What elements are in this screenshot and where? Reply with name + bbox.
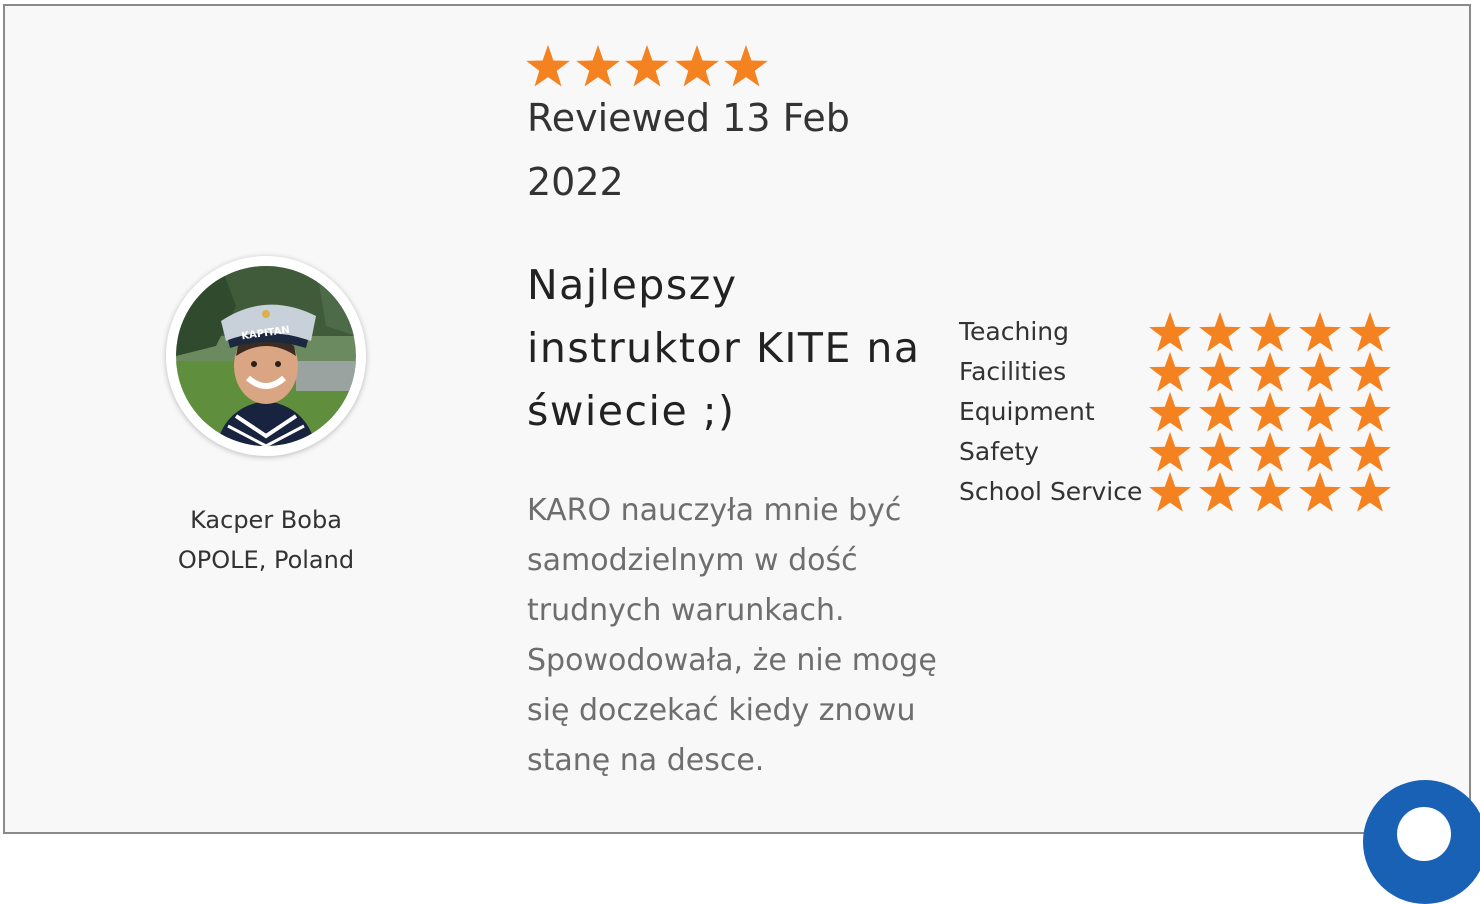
rating-label: Equipment — [959, 397, 1095, 426]
overall-rating-stars — [525, 44, 773, 90]
star-icon — [1299, 471, 1341, 512]
star-icon — [625, 44, 669, 87]
star-icon — [1249, 351, 1291, 392]
rating-stars — [1148, 391, 1398, 435]
star-icon — [1299, 391, 1341, 432]
star-icon — [1349, 391, 1391, 432]
review-date: Reviewed 13 Feb 2022 — [527, 96, 850, 204]
chat-bubble-inner — [1397, 807, 1451, 861]
review-title: Najlepszy instruktor KITE na świecie ;) — [527, 261, 921, 435]
star-icon — [1149, 351, 1191, 392]
star-icon — [1249, 471, 1291, 512]
reviewer-name: Kacper Boba — [190, 506, 342, 534]
reviewer-photo: KAPITAN — [176, 266, 356, 446]
star-icon — [1349, 471, 1391, 512]
review-body: KARO nauczyła mnie być samodzielnym w do… — [527, 493, 937, 778]
star-icon — [1249, 311, 1291, 352]
rating-label: School Service — [959, 477, 1143, 506]
star-icon — [1199, 431, 1241, 472]
star-icon — [1299, 351, 1341, 392]
star-icon — [575, 44, 620, 87]
avatar: KAPITAN — [166, 256, 366, 456]
rating-stars — [1148, 471, 1398, 515]
reviewer-location: OPOLE, Poland — [177, 546, 355, 574]
reviewer-info: Kacper Boba OPOLE, Poland — [140, 500, 392, 580]
star-icon — [1349, 351, 1391, 392]
star-icon — [1149, 311, 1191, 352]
star-icon — [1299, 311, 1341, 352]
rating-label: Facilities — [959, 357, 1067, 386]
star-icon — [1149, 431, 1191, 472]
star-icon — [674, 44, 719, 87]
star-icon — [1199, 311, 1241, 352]
star-icon — [1249, 431, 1291, 472]
rating-stars — [1148, 431, 1398, 475]
rating-stars — [1148, 311, 1398, 355]
star-icon — [1199, 391, 1241, 432]
star-icon — [1199, 471, 1241, 512]
chat-bubble-icon[interactable] — [1363, 780, 1480, 904]
star-icon — [1149, 471, 1191, 512]
star-icon — [1249, 391, 1291, 432]
star-icon — [724, 44, 768, 87]
star-icon — [1199, 351, 1241, 392]
rating-stars — [1148, 351, 1398, 395]
rating-label: Teaching — [959, 317, 1069, 346]
star-icon — [1349, 311, 1391, 352]
star-icon — [1349, 431, 1391, 472]
star-icon — [1299, 431, 1341, 472]
rating-label: Safety — [959, 437, 1039, 466]
star-icon — [1149, 391, 1191, 432]
star-icon — [526, 44, 570, 87]
